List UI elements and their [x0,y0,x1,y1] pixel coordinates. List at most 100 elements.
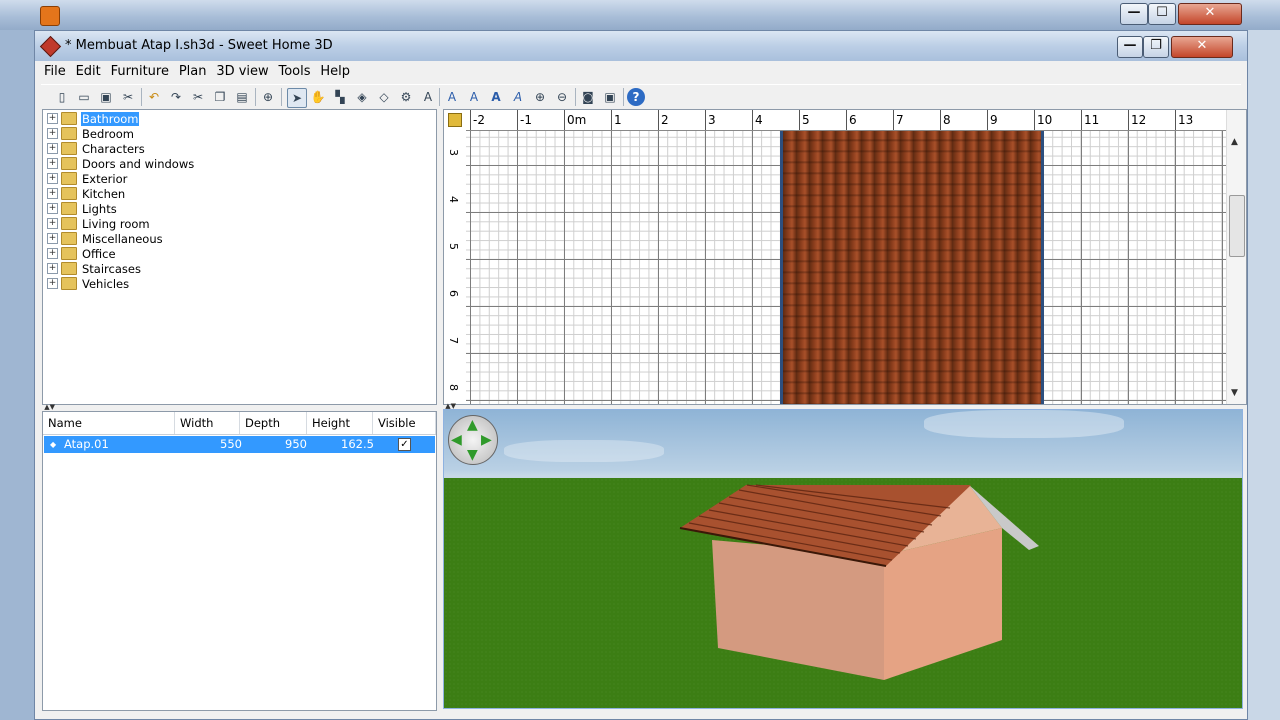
undo-icon[interactable]: ↶ [145,88,163,106]
save-icon[interactable]: ▣ [97,88,115,106]
nav-up-arrow-icon[interactable]: ▲ [467,417,478,433]
plan-vertical-scrollbar[interactable]: ▲ ▼ [1226,110,1246,404]
roof-plan-piece[interactable] [780,131,1044,404]
catalog-category[interactable]: + Exterior [47,171,128,186]
app-titlebar[interactable]: * Membuat Atap I.sh3d - Sweet Home 3D — … [35,31,1247,61]
create-walls-icon[interactable]: ▚ [331,88,349,106]
column-header-width[interactable]: Width [175,412,240,434]
app-minimize-button[interactable]: — [1117,36,1143,58]
catalog-category[interactable]: + Miscellaneous [47,231,164,246]
paste-icon[interactable]: ▤ [233,88,251,106]
redo-icon[interactable]: ↷ [167,88,185,106]
plan-corner-lock-icon[interactable] [448,113,462,127]
column-header-visible[interactable]: Visible [373,412,436,434]
catalog-category[interactable]: + Staircases [47,261,142,276]
folder-icon [61,247,77,260]
column-header-height[interactable]: Height [307,412,373,434]
vertical-splitter[interactable] [438,109,442,719]
outer-maximize-button[interactable]: ☐ [1148,3,1176,25]
expand-icon[interactable]: + [47,203,58,214]
expand-icon[interactable]: + [47,188,58,199]
new-file-icon[interactable]: ▯ [53,88,71,106]
ruler-tick [799,110,800,130]
ruler-label-x: 11 [1084,113,1100,127]
scroll-thumb[interactable] [1229,195,1245,257]
ruler-tick [564,110,565,130]
scroll-up-arrow-icon[interactable]: ▲ [1231,137,1238,147]
create-photo-icon[interactable]: ◙ [579,88,597,106]
create-dimensions-icon[interactable]: ⚙ [397,88,415,106]
nav-right-arrow-icon[interactable]: ▶ [481,432,492,448]
expand-icon[interactable]: + [47,143,58,154]
catalog-category[interactable]: + Bathroom [47,111,140,126]
create-video-icon[interactable]: ▣ [601,88,619,106]
pan-hand-icon[interactable]: ✋ [309,88,327,106]
menu-furniture[interactable]: Furniture [108,63,172,81]
create-polylines-icon[interactable]: ◇ [375,88,393,106]
app-maximize-button[interactable]: ❐ [1143,36,1169,58]
catalog-category[interactable]: + Characters [47,141,146,156]
add-text-icon[interactable]: A [419,88,437,106]
ruler-tick [893,110,894,130]
ruler-tick [1034,110,1035,130]
menu-3d-view[interactable]: 3D view [213,63,271,81]
catalog-category[interactable]: + Doors and windows [47,156,195,171]
menu-help[interactable]: Help [317,63,353,81]
menu-file[interactable]: File [41,63,69,81]
expand-icon[interactable]: + [47,263,58,274]
catalog-splitter[interactable]: ▲▼ [42,404,435,411]
app-close-button[interactable]: ✕ [1171,36,1233,58]
cell-name: Atap.01 [64,437,109,451]
expand-icon[interactable]: + [47,218,58,229]
increase-text-icon[interactable]: A [443,88,461,106]
nav-left-arrow-icon[interactable]: ◀ [451,432,462,448]
cut-icon[interactable]: ✂ [189,88,207,106]
menu-tools[interactable]: Tools [276,63,314,81]
copy-icon[interactable]: ❐ [211,88,229,106]
expand-icon[interactable]: + [47,113,58,124]
catalog-category[interactable]: + Vehicles [47,276,130,291]
ruler-tick [470,110,471,130]
visible-checkbox[interactable]: ✓ [398,438,411,451]
expand-icon[interactable]: + [47,173,58,184]
ruler-label-x: 13 [1178,113,1194,127]
expand-icon[interactable]: + [47,248,58,259]
catalog-category[interactable]: + Living room [47,216,151,231]
3d-view[interactable]: ▲ ▼ ◀ ▶ [443,409,1243,709]
scroll-down-arrow-icon[interactable]: ▼ [1231,388,1238,398]
create-rooms-icon[interactable]: ◈ [353,88,371,106]
menu-edit[interactable]: Edit [73,63,104,81]
expand-icon[interactable]: + [47,233,58,244]
catalog-category[interactable]: + Kitchen [47,186,126,201]
plan-view: -2 -1 0m 1 2 3 4 5 6 7 8 9 10 11 12 13 345678 ▲ ▼ [443,109,1247,405]
nav-down-arrow-icon[interactable]: ▼ [467,447,478,463]
decrease-text-icon[interactable]: A [465,88,483,106]
expand-icon[interactable]: + [47,278,58,289]
column-header-depth[interactable]: Depth [240,412,307,434]
table-row[interactable]: ◆ Atap.01 550 950 162.5 ✓ [44,436,435,453]
open-folder-icon[interactable]: ▭ [75,88,93,106]
catalog-category[interactable]: + Bedroom [47,126,135,141]
folder-icon [61,217,77,230]
outer-minimize-button[interactable]: — [1120,3,1148,25]
ruler-label-x: 12 [1131,113,1147,127]
column-header-name[interactable]: Name [43,412,175,434]
menu-plan[interactable]: Plan [176,63,210,81]
zoom-out-icon[interactable]: ⊖ [553,88,571,106]
3d-navigation-control[interactable]: ▲ ▼ ◀ ▶ [448,415,498,465]
ruler-tick [705,110,706,130]
add-furniture-icon[interactable]: ⊕ [259,88,277,106]
ruler-label-x: -1 [520,113,532,127]
zoom-in-icon[interactable]: ⊕ [531,88,549,106]
outer-close-button[interactable]: ✕ [1178,3,1242,25]
catalog-category[interactable]: + Lights [47,201,118,216]
cut-preferences-icon[interactable]: ✂ [119,88,137,106]
catalog-category[interactable]: + Office [47,246,117,261]
help-icon[interactable]: ? [627,88,645,106]
expand-icon[interactable]: + [47,128,58,139]
bold-text-icon[interactable]: A [487,88,505,106]
select-pointer-icon[interactable]: ➤ [287,88,307,108]
italic-text-icon[interactable]: A [509,88,527,106]
expand-icon[interactable]: + [47,158,58,169]
plan-grid[interactable] [466,131,1226,404]
